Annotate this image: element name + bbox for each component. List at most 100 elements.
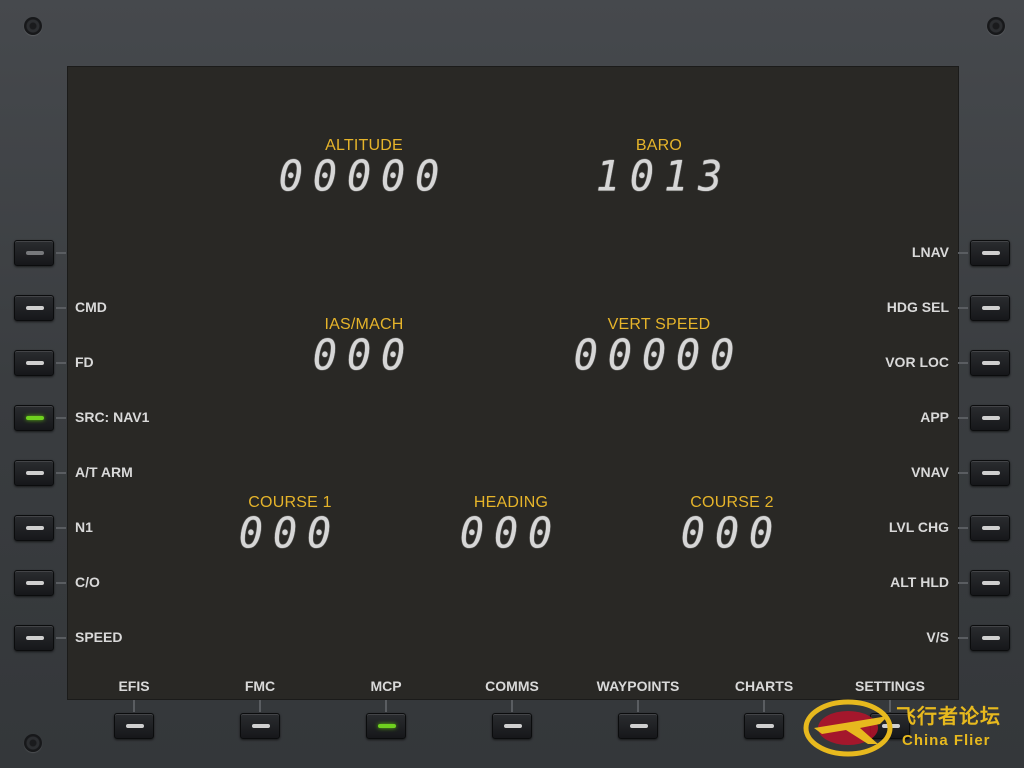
indicator-lamp — [26, 581, 44, 585]
right-button-lvl-chg[interactable] — [970, 515, 1010, 541]
indicator-lamp — [982, 526, 1000, 530]
connector-line — [56, 252, 66, 254]
bottom-button-charts[interactable] — [744, 713, 784, 739]
indicator-lamp — [26, 636, 44, 640]
vert-speed-value[interactable]: 00000 — [529, 332, 789, 380]
watermark-en-text: China Flier — [902, 732, 991, 749]
connector-line — [958, 527, 968, 529]
connector-line — [958, 582, 968, 584]
right-label-lnav: LNAV — [911, 244, 949, 260]
indicator-lamp — [982, 361, 1000, 365]
right-label-vs: V/S — [926, 629, 949, 645]
bottom-label-comms: COMMS — [485, 678, 539, 694]
indicator-lamp — [982, 416, 1000, 420]
right-label-vnav: VNAV — [911, 464, 949, 480]
indicator-lamp — [982, 306, 1000, 310]
right-label-app: APP — [920, 409, 949, 425]
right-button-app[interactable] — [970, 405, 1010, 431]
connector-line — [56, 307, 66, 309]
indicator-lamp — [982, 636, 1000, 640]
left-label-cmd: CMD — [75, 299, 107, 315]
right-button-lnav[interactable] — [970, 240, 1010, 266]
bottom-label-mcp: MCP — [370, 678, 402, 694]
right-label-vor-loc: VOR LOC — [885, 354, 949, 370]
bottom-button-fmc[interactable] — [240, 713, 280, 739]
right-button-vor-loc[interactable] — [970, 350, 1010, 376]
screw-icon — [24, 734, 42, 752]
connector-line — [958, 637, 968, 639]
indicator-lamp — [378, 724, 396, 728]
connector-line — [56, 417, 66, 419]
screw-icon — [24, 17, 42, 35]
bottom-label-charts: CHARTS — [734, 678, 794, 694]
bottom-label-efis: EFIS — [118, 678, 150, 694]
left-label-at-arm: A/T ARM — [75, 464, 133, 480]
right-label-alt-hld: ALT HLD — [890, 574, 949, 590]
mcp-bezel: ALTITUDE 00000 BARO 1013 IAS/MACH 000 VE… — [0, 0, 1024, 768]
left-label-co: C/O — [75, 574, 100, 590]
indicator-lamp — [982, 471, 1000, 475]
screw-icon — [987, 17, 1005, 35]
connector-line — [56, 582, 66, 584]
left-button-cmd[interactable] — [14, 295, 54, 321]
left-button-src-nav1[interactable] — [14, 405, 54, 431]
indicator-lamp — [756, 724, 774, 728]
right-button-vnav[interactable] — [970, 460, 1010, 486]
indicator-lamp — [252, 724, 270, 728]
connector-line — [958, 472, 968, 474]
connector-line — [958, 252, 968, 254]
connector-line — [385, 700, 387, 712]
indicator-lamp — [630, 724, 648, 728]
left-button-blank[interactable] — [14, 240, 54, 266]
connector-line — [637, 700, 639, 712]
left-button-c-o[interactable] — [14, 570, 54, 596]
connector-line — [958, 307, 968, 309]
connector-line — [56, 472, 66, 474]
bottom-button-efis[interactable] — [114, 713, 154, 739]
altitude-value[interactable]: 00000 — [234, 153, 494, 201]
right-button-v-s[interactable] — [970, 625, 1010, 651]
plane-logo-icon — [803, 699, 893, 757]
connector-line — [958, 417, 968, 419]
indicator-lamp — [26, 251, 44, 255]
bottom-button-comms[interactable] — [492, 713, 532, 739]
connector-line — [56, 362, 66, 364]
bottom-label-fmc: FMC — [244, 678, 276, 694]
indicator-lamp — [26, 361, 44, 365]
bottom-label-settings: SETTINGS — [854, 678, 925, 694]
connector-line — [56, 527, 66, 529]
bottom-button-waypoints[interactable] — [618, 713, 658, 739]
right-button-alt-hld[interactable] — [970, 570, 1010, 596]
indicator-lamp — [982, 251, 1000, 255]
indicator-lamp — [26, 526, 44, 530]
connector-line — [763, 700, 765, 712]
baro-value[interactable]: 1013 — [534, 153, 794, 201]
right-label-hdg-sel: HDG SEL — [886, 299, 949, 315]
ias-mach-value[interactable]: 000 — [234, 332, 494, 380]
left-button-n1[interactable] — [14, 515, 54, 541]
connector-line — [511, 700, 513, 712]
watermark: 飞行者论坛 China Flier — [800, 694, 1024, 760]
left-button-fd[interactable] — [14, 350, 54, 376]
indicator-lamp — [26, 306, 44, 310]
indicator-lamp — [504, 724, 522, 728]
bottom-button-mcp[interactable] — [366, 713, 406, 739]
indicator-lamp — [982, 581, 1000, 585]
mcp-screen: ALTITUDE 00000 BARO 1013 IAS/MACH 000 VE… — [67, 66, 959, 700]
left-button-a-t-arm[interactable] — [14, 460, 54, 486]
right-label-lvl-chg: LVL CHG — [888, 519, 949, 535]
indicator-lamp — [126, 724, 144, 728]
connector-line — [958, 362, 968, 364]
connector-line — [259, 700, 261, 712]
indicator-lamp — [26, 471, 44, 475]
course2-value[interactable]: 000 — [602, 510, 862, 558]
right-button-hdg-sel[interactable] — [970, 295, 1010, 321]
indicator-lamp — [26, 416, 44, 420]
left-label-n1: N1 — [75, 519, 93, 535]
connector-line — [133, 700, 135, 712]
bottom-label-waypoints: WAYPOINTS — [596, 678, 680, 694]
watermark-cn-text: 飞行者论坛 — [896, 706, 1001, 728]
left-button-speed[interactable] — [14, 625, 54, 651]
connector-line — [56, 637, 66, 639]
left-label-speed: SPEED — [75, 629, 123, 645]
